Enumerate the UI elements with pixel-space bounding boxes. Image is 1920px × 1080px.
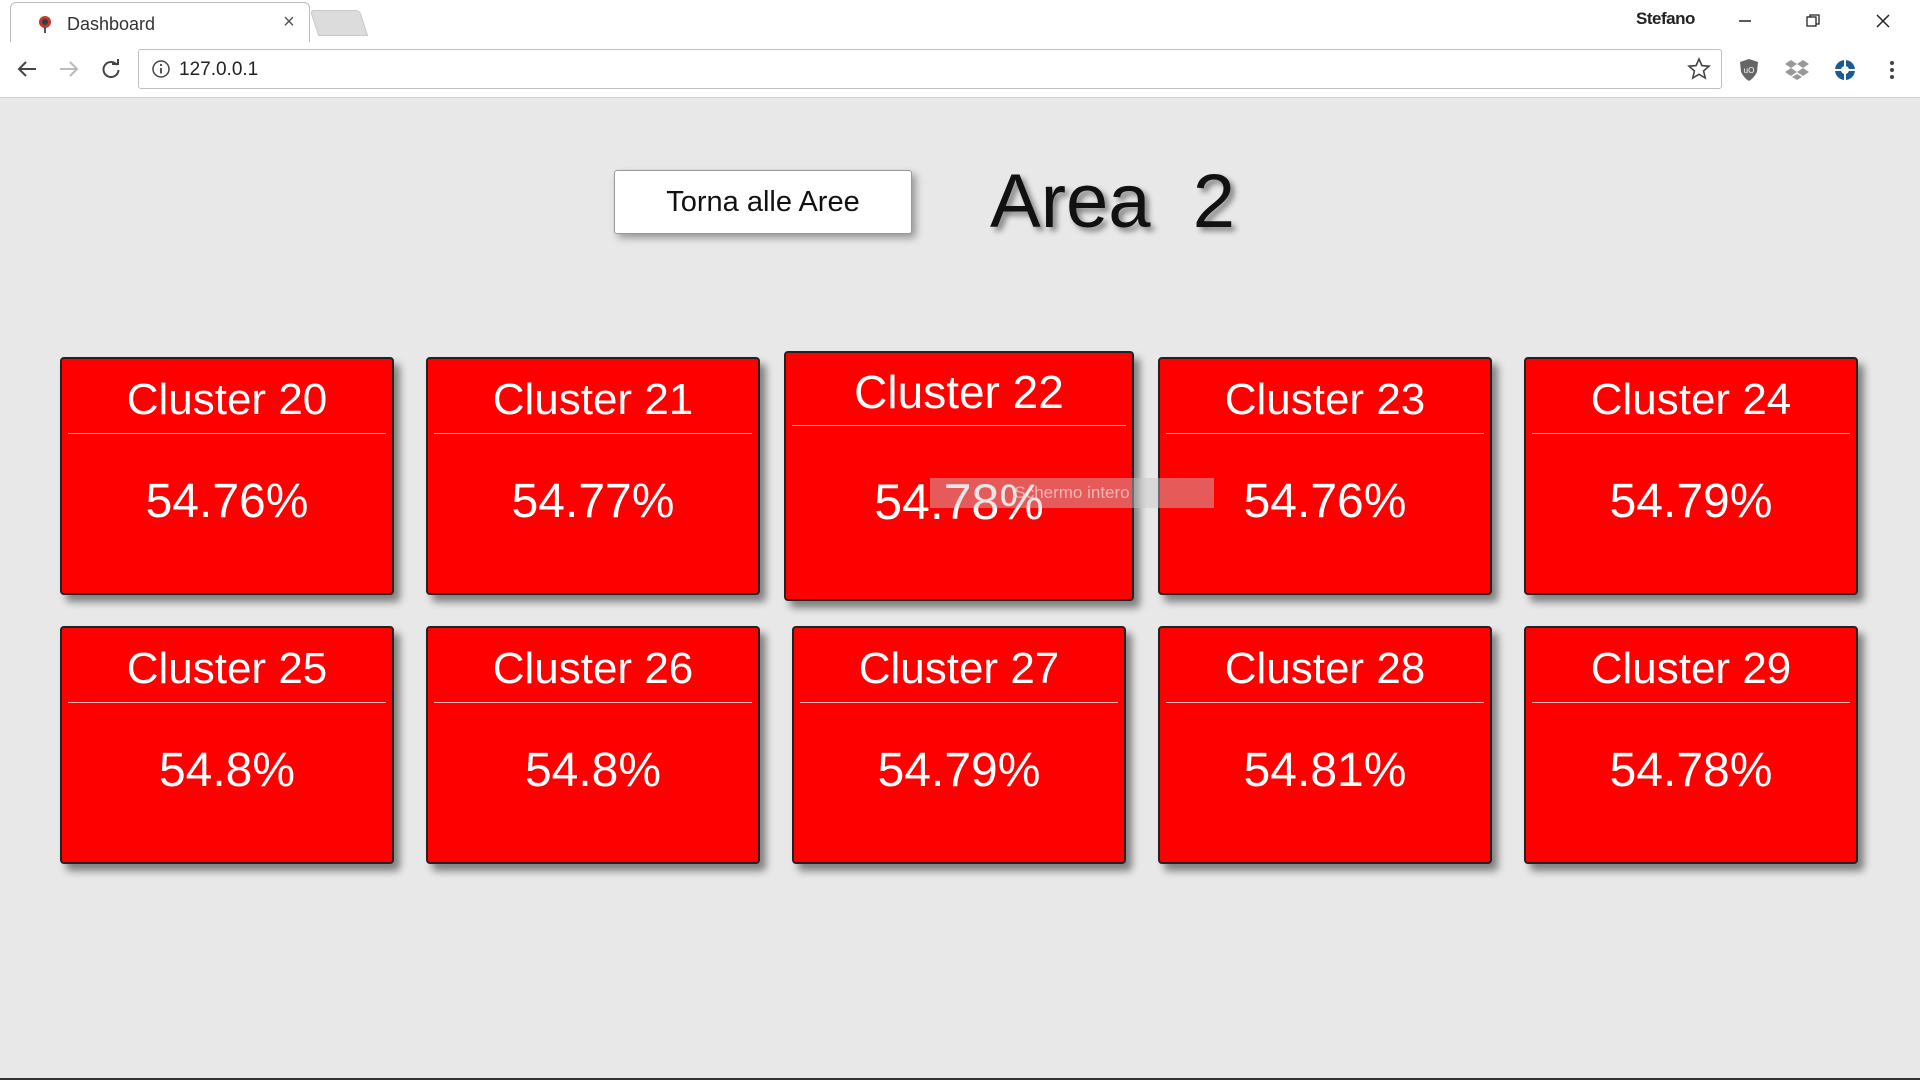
cluster-card-20[interactable]: Cluster 20 54.76% xyxy=(60,357,394,595)
back-arrow-icon[interactable] xyxy=(12,54,42,84)
extension-blue-icon[interactable] xyxy=(1831,56,1859,84)
tab-title: Dashboard xyxy=(67,14,156,34)
url-text[interactable]: 127.0.0.1 xyxy=(179,59,258,81)
info-icon[interactable] xyxy=(151,59,171,79)
cluster-grid: Cluster 20 54.76% Cluster 21 54.77% Clus… xyxy=(0,98,1920,998)
cluster-value: 54.8% xyxy=(524,744,662,797)
cluster-name: Cluster 21 xyxy=(434,375,752,434)
browser-tab[interactable]: Dashboard × xyxy=(10,2,310,42)
minimize-icon[interactable] xyxy=(1710,0,1780,42)
ublock-shield-icon[interactable]: uO xyxy=(1735,56,1763,84)
cluster-card-25[interactable]: Cluster 25 54.8% xyxy=(60,626,394,864)
cluster-name: Cluster 29 xyxy=(1532,644,1850,703)
cluster-card-27[interactable]: Cluster 27 54.79% xyxy=(792,626,1126,864)
close-tab-icon[interactable]: × xyxy=(279,11,299,33)
cluster-name: Cluster 23 xyxy=(1166,375,1484,434)
cluster-card-26[interactable]: Cluster 26 54.8% xyxy=(426,626,760,864)
cluster-value: 54.81% xyxy=(1243,744,1407,797)
forward-arrow-icon[interactable] xyxy=(54,54,84,84)
new-tab-button[interactable] xyxy=(309,10,369,36)
menu-dots-icon[interactable] xyxy=(1878,56,1906,84)
address-bar[interactable]: 127.0.0.1 xyxy=(138,49,1722,89)
fullscreen-hint-tooltip: Schermo intero xyxy=(930,478,1214,508)
close-window-icon[interactable] xyxy=(1848,0,1918,42)
cluster-card-22[interactable]: Cluster 22 54.78% xyxy=(784,351,1134,601)
cluster-name: Cluster 26 xyxy=(434,644,752,703)
cluster-name: Cluster 22 xyxy=(792,367,1126,426)
svg-text:uO: uO xyxy=(1744,66,1755,75)
cluster-name: Cluster 20 xyxy=(68,375,386,434)
dropbox-icon[interactable] xyxy=(1783,56,1811,84)
cluster-name: Cluster 25 xyxy=(68,644,386,703)
cluster-card-29[interactable]: Cluster 29 54.78% xyxy=(1524,626,1858,864)
profile-name[interactable]: Stefano xyxy=(1636,9,1695,29)
cluster-value: 54.77% xyxy=(511,475,675,528)
cluster-card-21[interactable]: Cluster 21 54.77% xyxy=(426,357,760,595)
restore-icon[interactable] xyxy=(1778,0,1848,42)
cluster-value: 54.8% xyxy=(158,744,296,797)
reload-icon[interactable] xyxy=(96,54,126,84)
cluster-name: Cluster 24 xyxy=(1532,375,1850,434)
cluster-name: Cluster 27 xyxy=(800,644,1118,703)
browser-tab-bar: Dashboard × Stefano xyxy=(0,0,1920,42)
cluster-value: 54.78% xyxy=(1609,744,1773,797)
cluster-card-23[interactable]: Cluster 23 54.76% xyxy=(1158,357,1492,595)
cluster-card-28[interactable]: Cluster 28 54.81% xyxy=(1158,626,1492,864)
dashboard-favicon-icon xyxy=(39,16,51,33)
cluster-value: 54.79% xyxy=(877,744,1041,797)
browser-toolbar: 127.0.0.1 uO xyxy=(0,42,1920,98)
cluster-value: 54.79% xyxy=(1609,475,1773,528)
page-content: Torna alle Aree Area 2 Cluster 20 54.76%… xyxy=(0,98,1920,1080)
cluster-value: 54.76% xyxy=(145,475,309,528)
bookmark-star-icon[interactable] xyxy=(1687,57,1711,81)
cluster-name: Cluster 28 xyxy=(1166,644,1484,703)
cluster-card-24[interactable]: Cluster 24 54.79% xyxy=(1524,357,1858,595)
